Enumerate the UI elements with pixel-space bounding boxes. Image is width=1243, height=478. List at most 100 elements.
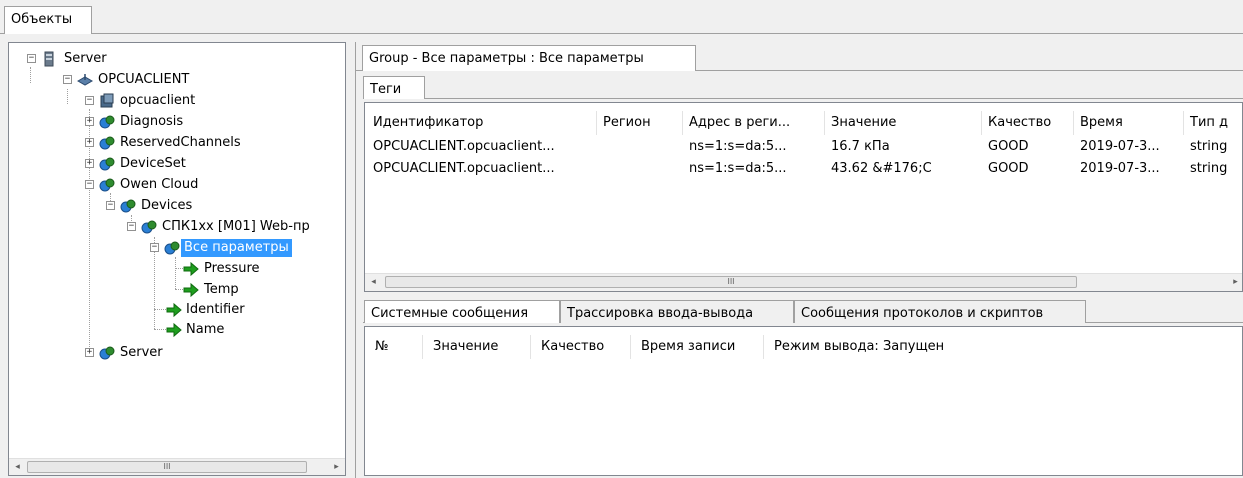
scrollbar-thumb[interactable]: III xyxy=(27,461,307,473)
scroll-left-icon[interactable]: ◂ xyxy=(365,274,382,290)
tree-node-owen-cloud[interactable]: − Owen Cloud xyxy=(9,175,339,195)
tree-node-label: Owen Cloud xyxy=(120,177,199,192)
folder-node-icon xyxy=(99,115,115,129)
folder-node-icon xyxy=(99,178,115,192)
client-icon xyxy=(77,74,93,86)
tree-node-opcuaclient-device[interactable]: − opcuaclient xyxy=(9,91,339,111)
tag-arrow-icon xyxy=(183,261,199,277)
tree-node-all-parameters[interactable]: − Все параметры xyxy=(9,238,339,258)
expand-toggle-icon[interactable]: + xyxy=(85,117,94,126)
tree-node-opcuaclient[interactable]: − OPCUACLIENT xyxy=(9,70,339,90)
table-horizontal-scrollbar[interactable]: ◂ III ▸ xyxy=(365,273,1242,291)
tree-node-diagnosis[interactable]: + Diagnosis xyxy=(9,112,339,132)
tree-node-label: ReservedChannels xyxy=(120,135,241,150)
folder-node-icon xyxy=(120,199,136,213)
tree-node-label: Name xyxy=(186,322,225,337)
tree-node-devices[interactable]: − Devices xyxy=(9,196,339,216)
tree-node-label: OPCUACLIENT xyxy=(98,72,190,87)
tab-io-trace[interactable]: Трассировка ввода-вывода xyxy=(560,300,794,323)
expand-toggle-icon[interactable]: + xyxy=(85,159,94,168)
folder-node-icon xyxy=(99,136,115,150)
collapse-toggle-icon[interactable]: − xyxy=(106,201,115,210)
cell-time: 2019-07-3... xyxy=(1080,161,1160,176)
column-header[interactable]: Регион xyxy=(597,111,683,135)
tree-node-label: DeviceSet xyxy=(120,156,186,171)
folder-node-icon xyxy=(99,157,115,171)
cell-address: ns=1:s=da:5... xyxy=(689,161,787,176)
collapse-toggle-icon[interactable]: − xyxy=(85,96,94,105)
column-header[interactable]: Режим вывода: Запущен xyxy=(764,335,1242,359)
cell-address: ns=1:s=da:5... xyxy=(689,139,787,154)
collapse-toggle-icon[interactable]: − xyxy=(150,243,159,252)
tree-node-deviceset[interactable]: + DeviceSet xyxy=(9,154,339,174)
column-header[interactable]: Время записи xyxy=(631,335,764,359)
system-messages-table[interactable]: № Значение Качество Время записи Режим в… xyxy=(364,326,1243,476)
object-tree[interactable]: − Server − OPCUACLIENT − opcuaclient + D… xyxy=(8,42,346,476)
tree-node-label: Pressure xyxy=(204,261,260,276)
tab-label: Трассировка ввода-вывода xyxy=(567,306,754,321)
tag-arrow-icon xyxy=(166,322,182,338)
tree-node-label: Identifier xyxy=(186,302,245,317)
cell-identifier: OPCUACLIENT.opcuaclient... xyxy=(373,139,555,154)
device-icon xyxy=(100,93,114,108)
tab-objects[interactable]: Объекты xyxy=(4,6,92,34)
server-icon xyxy=(44,51,54,67)
column-header[interactable]: Качество xyxy=(982,111,1074,135)
scroll-right-icon[interactable]: ▸ xyxy=(328,459,345,475)
cell-quality: GOOD xyxy=(988,161,1029,176)
tree-node-identifier[interactable]: Identifier xyxy=(9,300,339,320)
expand-toggle-icon[interactable]: + xyxy=(85,348,94,357)
folder-node-icon xyxy=(141,220,157,234)
tag-arrow-icon xyxy=(183,282,199,298)
collapse-toggle-icon[interactable]: − xyxy=(63,75,72,84)
tab-strip-divider xyxy=(0,33,1243,34)
column-header[interactable]: Значение xyxy=(825,111,982,135)
tree-node-pressure[interactable]: Pressure xyxy=(9,259,339,279)
cell-quality: GOOD xyxy=(988,139,1029,154)
folder-node-icon xyxy=(164,241,180,255)
tree-node-label: Temp xyxy=(204,282,239,297)
tree-node-label: opcuaclient xyxy=(120,93,196,108)
column-header[interactable]: Значение xyxy=(423,335,531,359)
collapse-toggle-icon[interactable]: − xyxy=(27,54,36,63)
tree-node-server[interactable]: − Server xyxy=(9,49,339,69)
scroll-right-icon[interactable]: ▸ xyxy=(1227,274,1242,290)
tree-node-temp[interactable]: Temp xyxy=(9,280,339,300)
cell-type: string xyxy=(1190,139,1228,154)
column-header[interactable]: Качество xyxy=(531,335,631,359)
tab-group-label: Group - Все параметры : Все параметры xyxy=(369,51,644,66)
tree-node-label-selected: Все параметры xyxy=(181,239,292,257)
tree-node-label: СПК1хх [М01] Web-пр xyxy=(162,219,310,234)
column-header[interactable]: Тип д xyxy=(1184,111,1242,135)
tab-group-all-parameters[interactable]: Group - Все параметры : Все параметры xyxy=(362,45,696,71)
tab-protocol-messages[interactable]: Сообщения протоколов и скриптов xyxy=(794,300,1086,323)
tree-node-reservedchannels[interactable]: + ReservedChannels xyxy=(9,133,339,153)
tree-node-label: Server xyxy=(120,345,163,360)
scroll-left-icon[interactable]: ◂ xyxy=(9,459,26,475)
folder-node-icon xyxy=(99,346,115,360)
cell-region xyxy=(597,158,683,180)
tree-node-label: Server xyxy=(64,51,107,66)
tab-system-messages[interactable]: Системные сообщения xyxy=(364,300,560,323)
cell-value: 16.7 кПа xyxy=(831,139,890,154)
tree-node-server-child[interactable]: + Server xyxy=(9,343,339,363)
collapse-toggle-icon[interactable]: − xyxy=(127,222,136,231)
column-header[interactable]: Адрес в реги... xyxy=(683,111,825,135)
expand-toggle-icon[interactable]: + xyxy=(85,138,94,147)
column-header[interactable]: Идентификатор xyxy=(367,111,597,135)
column-header[interactable]: Время xyxy=(1074,111,1184,135)
collapse-toggle-icon[interactable]: − xyxy=(85,180,94,189)
tab-tags[interactable]: Теги xyxy=(363,76,425,99)
cell-region xyxy=(597,136,683,158)
tree-node-name[interactable]: Name xyxy=(9,320,339,340)
tree-horizontal-scrollbar[interactable]: ◂ III ▸ xyxy=(9,458,345,475)
tree-node-spk1xx[interactable]: − СПК1хх [М01] Web-пр xyxy=(9,217,345,237)
tags-table[interactable]: Идентификатор Регион Адрес в реги... Зна… xyxy=(364,102,1243,292)
tab-strip-divider xyxy=(363,98,1243,99)
tab-label: Сообщения протоколов и скриптов xyxy=(801,306,1044,321)
column-header[interactable]: № xyxy=(365,335,423,359)
tree-node-label: Diagnosis xyxy=(120,114,184,129)
scrollbar-thumb[interactable]: III xyxy=(385,276,1077,288)
cell-identifier: OPCUACLIENT.opcuaclient... xyxy=(373,161,555,176)
cell-time: 2019-07-3... xyxy=(1080,139,1160,154)
